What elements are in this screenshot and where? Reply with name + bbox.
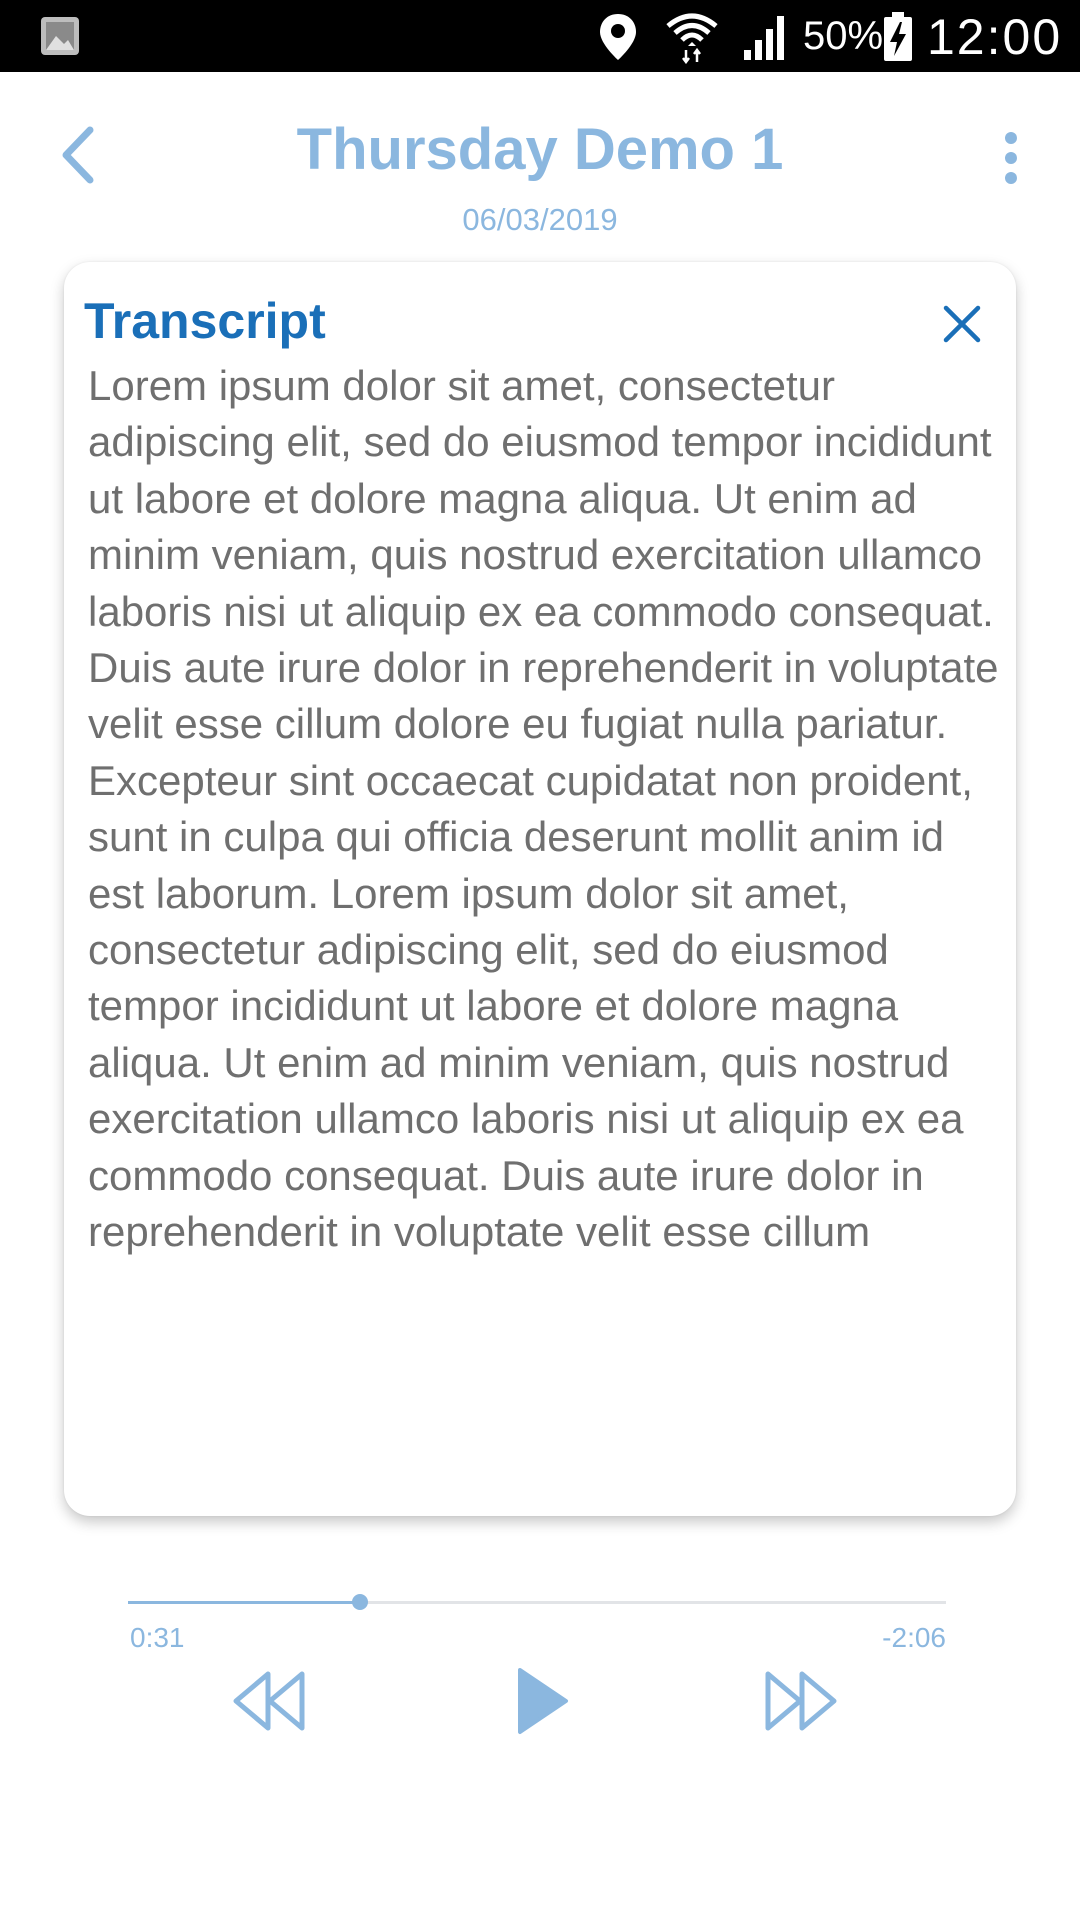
battery-charging-icon: [884, 12, 912, 61]
close-icon[interactable]: [940, 302, 984, 346]
play-button[interactable]: [514, 1666, 570, 1736]
rewind-button[interactable]: [230, 1666, 308, 1736]
battery-percent: 50%: [803, 14, 884, 58]
page-title: Thursday Demo 1: [296, 117, 784, 182]
clock: 12:00: [927, 9, 1063, 65]
seek-bar-progress: [128, 1601, 361, 1604]
gallery-icon: [41, 17, 79, 55]
seek-bar[interactable]: [128, 1594, 946, 1610]
transcript-title: Transcript: [84, 293, 326, 349]
page-date: 06/03/2019: [462, 202, 618, 237]
fast-forward-button[interactable]: [762, 1666, 840, 1736]
remaining-time: -2:06: [882, 1622, 946, 1653]
text-fade-overlay: [64, 1352, 1016, 1422]
status-bar: 50% 12:00: [0, 0, 1080, 72]
transcript-card: Transcript Lorem ipsum dolor sit amet, c…: [64, 262, 1016, 1516]
wifi-icon: [666, 13, 718, 64]
signal-icon: [744, 16, 784, 60]
more-options-icon[interactable]: [996, 130, 1026, 186]
elapsed-time: 0:31: [130, 1622, 185, 1653]
transcript-text: Lorem ipsum dolor sit amet, consectetur …: [88, 362, 999, 1256]
location-icon: [600, 14, 636, 60]
seek-bar-thumb[interactable]: [352, 1594, 369, 1610]
